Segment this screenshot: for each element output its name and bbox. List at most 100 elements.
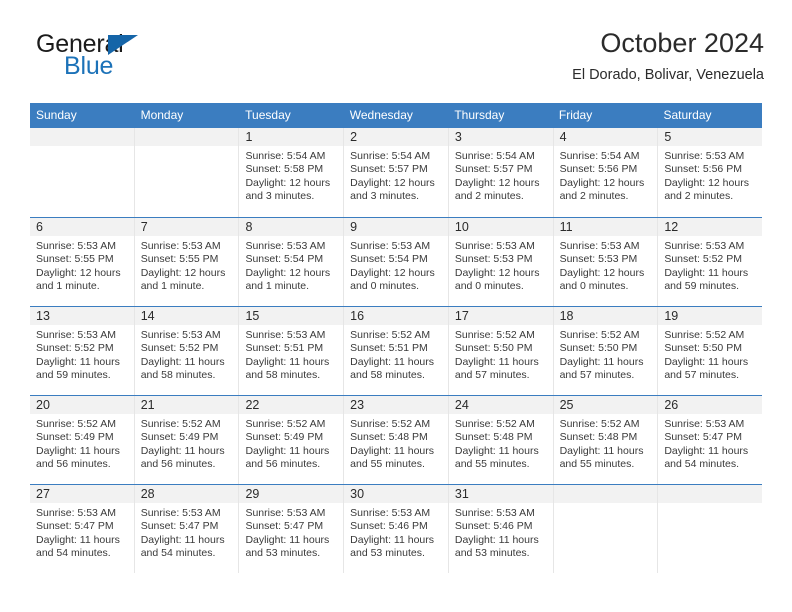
- day-cell[interactable]: 21 Sunrise: 5:52 AM Sunset: 5:49 PM Dayligh…: [134, 396, 240, 484]
- day-number: 19: [658, 307, 763, 325]
- sunset-text: Sunset: 5:48 PM: [454, 431, 533, 444]
- sunrise-text: Sunrise: 5:53 AM: [140, 329, 221, 341]
- sunrise-text: Sunrise: 5:52 AM: [454, 418, 535, 430]
- daylight-text-line1: Daylight: 12 hours: [664, 176, 749, 189]
- day-cell[interactable]: 24 Sunrise: 5:52 AM Sunset: 5:48 PM Dayligh…: [448, 396, 554, 484]
- sunset-text: Sunset: 5:57 PM: [454, 163, 533, 176]
- daylight-text-line1: Daylight: 12 hours: [559, 176, 645, 189]
- day-cell-empty: [134, 128, 240, 217]
- day-cell[interactable]: 6 Sunrise: 5:53 AM Sunset: 5:55 PM Daylight…: [30, 218, 135, 306]
- general-blue-logo[interactable]: General Blue: [36, 30, 236, 90]
- day-details: Sunrise: 5:53 AM Sunset: 5:46 PM Daylight:…: [344, 503, 448, 561]
- day-cell[interactable]: 17 Sunrise: 5:52 AM Sunset: 5:50 PM Dayligh…: [448, 307, 554, 395]
- week-row: 6 Sunrise: 5:53 AM Sunset: 5:55 PM Daylight…: [30, 217, 763, 306]
- daylight-text-line2: and 58 minutes.: [245, 369, 321, 382]
- daylight-text-line2: and 53 minutes.: [245, 547, 321, 560]
- day-details: Sunrise: 5:52 AM Sunset: 5:50 PM Daylight:…: [449, 325, 553, 383]
- daylight-text-line2: and 56 minutes.: [245, 458, 321, 471]
- day-cell[interactable]: 5 Sunrise: 5:53 AM Sunset: 5:56 PM Daylight…: [658, 128, 763, 217]
- weekday-header-wednesday: Wednesday: [349, 108, 413, 122]
- day-cell[interactable]: 4 Sunrise: 5:54 AM Sunset: 5:56 PM Daylight…: [553, 128, 659, 217]
- day-cell[interactable]: 2 Sunrise: 5:54 AM Sunset: 5:57 PM Daylight…: [344, 128, 449, 217]
- sunset-text: Sunset: 5:56 PM: [664, 163, 742, 176]
- calendar-page: General Blue October 2024 El Dorado, Bol…: [0, 0, 792, 612]
- day-cell[interactable]: 7 Sunrise: 5:53 AM Sunset: 5:55 PM Daylight…: [134, 218, 240, 306]
- day-number: 11: [553, 218, 658, 236]
- weekday-header-sunday: Sunday: [36, 108, 77, 122]
- daylight-text-line1: Daylight: 12 hours: [140, 266, 226, 279]
- day-details: [30, 146, 134, 150]
- sunrise-text: Sunrise: 5:53 AM: [140, 240, 221, 252]
- daylight-text-line2: and 56 minutes.: [140, 458, 216, 471]
- daylight-text-line2: and 54 minutes.: [664, 458, 740, 471]
- sunrise-text: Sunrise: 5:53 AM: [454, 240, 535, 252]
- day-details: Sunrise: 5:54 AM Sunset: 5:56 PM Daylight:…: [554, 146, 658, 204]
- day-cell[interactable]: 13 Sunrise: 5:53 AM Sunset: 5:52 PM Dayligh…: [30, 307, 135, 395]
- day-cell[interactable]: 1 Sunrise: 5:54 AM Sunset: 5:58 PM Daylight…: [239, 128, 345, 217]
- sunset-text: Sunset: 5:57 PM: [350, 163, 428, 176]
- sunrise-text: Sunrise: 5:52 AM: [559, 418, 640, 430]
- day-number: 18: [553, 307, 658, 325]
- day-cell[interactable]: 16 Sunrise: 5:52 AM Sunset: 5:51 PM Dayligh…: [344, 307, 449, 395]
- sunset-text: Sunset: 5:47 PM: [245, 520, 324, 533]
- sunrise-text: Sunrise: 5:52 AM: [454, 329, 535, 341]
- daylight-text-line1: Daylight: 11 hours: [664, 355, 749, 368]
- day-cell[interactable]: 18 Sunrise: 5:52 AM Sunset: 5:50 PM Dayligh…: [553, 307, 659, 395]
- day-cell[interactable]: 25 Sunrise: 5:52 AM Sunset: 5:48 PM Dayligh…: [553, 396, 659, 484]
- day-number: 14: [134, 307, 239, 325]
- daylight-text-line2: and 57 minutes.: [559, 369, 635, 382]
- day-number: [553, 485, 658, 503]
- day-cell[interactable]: 10 Sunrise: 5:53 AM Sunset: 5:53 PM Dayligh…: [448, 218, 554, 306]
- daylight-text-line1: Daylight: 11 hours: [559, 355, 644, 368]
- day-details: Sunrise: 5:52 AM Sunset: 5:48 PM Daylight:…: [449, 414, 553, 472]
- sunrise-text: Sunrise: 5:54 AM: [454, 150, 535, 162]
- sunrise-text: Sunrise: 5:53 AM: [36, 240, 116, 252]
- day-cell[interactable]: 15 Sunrise: 5:53 AM Sunset: 5:51 PM Dayligh…: [239, 307, 345, 395]
- logo-word-blue: Blue: [64, 52, 114, 80]
- day-cell[interactable]: 14 Sunrise: 5:53 AM Sunset: 5:52 PM Dayligh…: [134, 307, 240, 395]
- day-cell[interactable]: 28 Sunrise: 5:53 AM Sunset: 5:47 PM Dayligh…: [134, 485, 240, 573]
- sunrise-text: Sunrise: 5:54 AM: [245, 150, 326, 162]
- day-cell[interactable]: 3 Sunrise: 5:54 AM Sunset: 5:57 PM Daylight…: [448, 128, 554, 217]
- day-number: 8: [239, 218, 344, 236]
- weekday-header-tuesday: Tuesday: [245, 108, 291, 122]
- day-cell-empty: [30, 128, 135, 217]
- sunset-text: Sunset: 5:49 PM: [245, 431, 324, 444]
- day-cell[interactable]: 22 Sunrise: 5:52 AM Sunset: 5:49 PM Dayligh…: [239, 396, 345, 484]
- day-details: Sunrise: 5:52 AM Sunset: 5:50 PM Daylight:…: [658, 325, 762, 383]
- daylight-text-line2: and 53 minutes.: [454, 547, 530, 560]
- page-header: General Blue October 2024 El Dorado, Bol…: [28, 26, 764, 94]
- day-details: Sunrise: 5:53 AM Sunset: 5:47 PM Daylight:…: [135, 503, 239, 561]
- day-cell[interactable]: 19 Sunrise: 5:52 AM Sunset: 5:50 PM Dayligh…: [658, 307, 763, 395]
- daylight-text-line1: Daylight: 11 hours: [140, 533, 225, 546]
- week-row: 27 Sunrise: 5:53 AM Sunset: 5:47 PM Dayligh…: [30, 484, 763, 573]
- sunrise-text: Sunrise: 5:54 AM: [559, 150, 640, 162]
- sunset-text: Sunset: 5:48 PM: [350, 431, 428, 444]
- sunrise-text: Sunrise: 5:53 AM: [245, 507, 326, 519]
- day-cell[interactable]: 9 Sunrise: 5:53 AM Sunset: 5:54 PM Daylight…: [344, 218, 449, 306]
- sunset-text: Sunset: 5:52 PM: [36, 342, 114, 355]
- daylight-text-line2: and 2 minutes.: [664, 190, 734, 203]
- day-cell[interactable]: 12 Sunrise: 5:53 AM Sunset: 5:52 PM Dayligh…: [658, 218, 763, 306]
- day-cell[interactable]: 8 Sunrise: 5:53 AM Sunset: 5:54 PM Daylight…: [239, 218, 345, 306]
- day-number: [658, 485, 763, 503]
- sunset-text: Sunset: 5:55 PM: [140, 253, 219, 266]
- day-details: Sunrise: 5:53 AM Sunset: 5:52 PM Daylight:…: [135, 325, 239, 383]
- daylight-text-line1: Daylight: 12 hours: [350, 176, 435, 189]
- daylight-text-line2: and 59 minutes.: [36, 369, 111, 382]
- day-cell[interactable]: 29 Sunrise: 5:53 AM Sunset: 5:47 PM Dayligh…: [239, 485, 345, 573]
- day-cell[interactable]: 30 Sunrise: 5:53 AM Sunset: 5:46 PM Dayligh…: [344, 485, 449, 573]
- day-cell[interactable]: 11 Sunrise: 5:53 AM Sunset: 5:53 PM Dayligh…: [553, 218, 659, 306]
- week-row: 13 Sunrise: 5:53 AM Sunset: 5:52 PM Dayligh…: [30, 306, 763, 395]
- day-number: 15: [239, 307, 344, 325]
- day-number: 31: [448, 485, 553, 503]
- day-cell[interactable]: 27 Sunrise: 5:53 AM Sunset: 5:47 PM Dayligh…: [30, 485, 135, 573]
- sunrise-text: Sunrise: 5:53 AM: [245, 240, 326, 252]
- sunset-text: Sunset: 5:49 PM: [36, 431, 114, 444]
- day-cell[interactable]: 23 Sunrise: 5:52 AM Sunset: 5:48 PM Dayligh…: [344, 396, 449, 484]
- day-cell[interactable]: 20 Sunrise: 5:52 AM Sunset: 5:49 PM Dayligh…: [30, 396, 135, 484]
- day-cell[interactable]: 31 Sunrise: 5:53 AM Sunset: 5:46 PM Dayligh…: [448, 485, 554, 573]
- day-number: 16: [344, 307, 448, 325]
- day-details: Sunrise: 5:53 AM Sunset: 5:52 PM Daylight:…: [30, 325, 134, 383]
- day-cell[interactable]: 26 Sunrise: 5:53 AM Sunset: 5:47 PM Dayligh…: [658, 396, 763, 484]
